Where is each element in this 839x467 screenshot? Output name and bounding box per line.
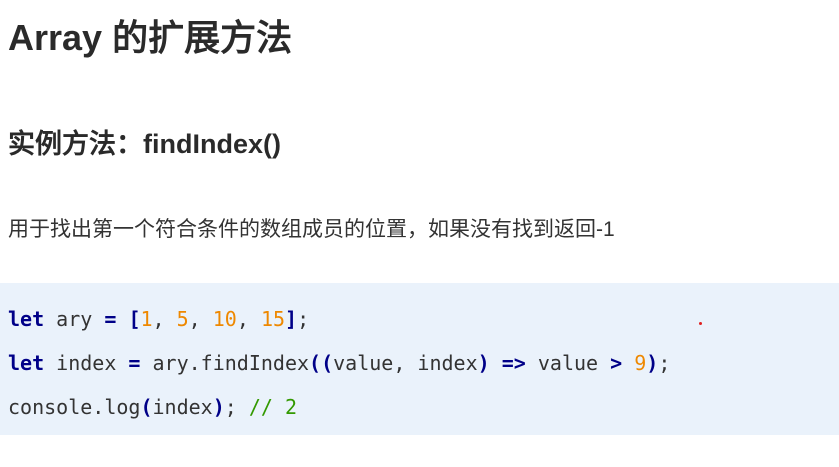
code-paren: (( <box>309 351 334 375</box>
code-number: 5 <box>176 307 189 331</box>
code-arrow: => <box>501 351 526 375</box>
code-number: 1 <box>140 307 153 331</box>
code-keyword: let <box>8 351 45 375</box>
code-text: index <box>44 351 129 375</box>
code-text: , <box>188 307 213 331</box>
code-text: value, index <box>333 351 478 375</box>
code-text: index <box>152 395 213 419</box>
code-line-2: let index = ary.findIndex((value, index)… <box>8 341 839 385</box>
code-semicolon: ; <box>658 351 671 375</box>
cursor-dot-mark <box>699 322 702 325</box>
code-number: 9 <box>634 351 647 375</box>
code-paren: ) <box>646 351 659 375</box>
code-text: console.log <box>8 395 141 419</box>
code-text: ary <box>44 307 105 331</box>
code-line-1: let ary = [1, 5, 10, 15]; <box>8 297 839 341</box>
code-paren: ( <box>140 395 153 419</box>
code-bracket: ] <box>285 307 298 331</box>
document-page: Array 的扩展方法 实例方法：findIndex() 用于找出第一个符合条件… <box>0 0 839 467</box>
code-paren: ) <box>477 351 490 375</box>
code-number: 10 <box>212 307 237 331</box>
code-keyword: let <box>8 307 45 331</box>
code-text: ary.findIndex <box>140 351 310 375</box>
code-comment: // 2 <box>248 395 298 419</box>
section-subtitle: 实例方法：findIndex() <box>8 129 281 159</box>
code-block: let ary = [1, 5, 10, 15]; let index = ar… <box>0 283 839 435</box>
code-operator: = <box>128 351 141 375</box>
code-number: 15 <box>260 307 286 331</box>
code-line-3: console.log(index); // 2 <box>8 385 839 429</box>
code-operator: = <box>104 307 117 331</box>
code-operator: > <box>610 351 623 375</box>
code-paren: ) <box>212 395 225 419</box>
code-bracket: [ <box>128 307 141 331</box>
code-semicolon: ; <box>224 395 237 419</box>
page-title: Array 的扩展方法 <box>8 17 293 58</box>
description-text: 用于找出第一个符合条件的数组成员的位置，如果没有找到返回-1 <box>8 218 615 241</box>
code-text: , <box>236 307 261 331</box>
code-text: value <box>525 351 611 375</box>
code-text: , <box>152 307 177 331</box>
code-semicolon: ; <box>297 307 310 331</box>
